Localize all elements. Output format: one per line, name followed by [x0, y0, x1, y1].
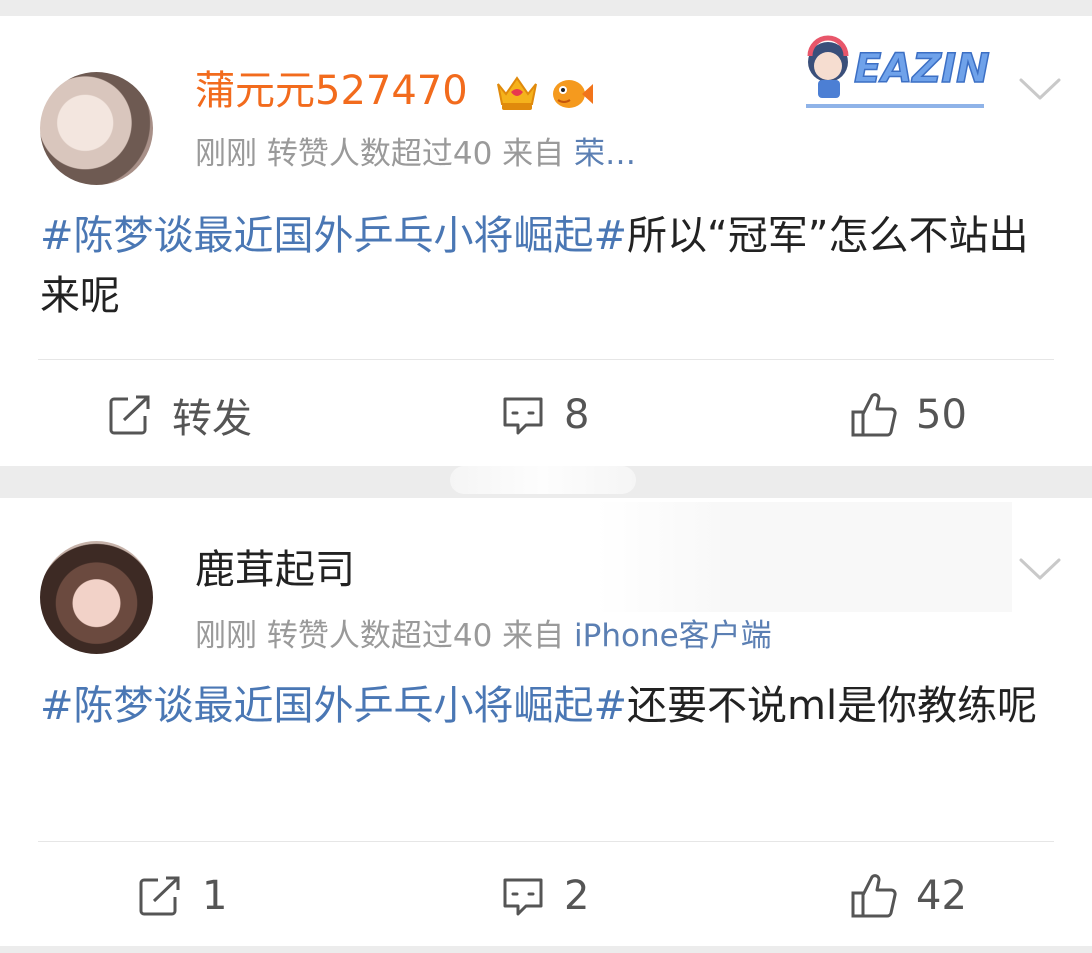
hashtag-link[interactable]: #陈梦谈最近国外乒乓小将崛起#: [40, 683, 627, 729]
comment-count: 8: [564, 392, 590, 438]
post-text: 还要不说ml是你教练呢: [627, 683, 1038, 729]
from-label: 来自: [502, 136, 565, 172]
avatar[interactable]: [40, 72, 153, 185]
username[interactable]: 蒲元元527470: [195, 67, 468, 115]
chevron-down-icon[interactable]: [1018, 554, 1062, 584]
reposts-note: 转赞人数超过40: [266, 136, 493, 172]
decoration-banner: EAZIN: [806, 35, 990, 108]
crown-badge-icon: [497, 76, 537, 110]
like-icon: [851, 874, 897, 918]
decoration-placeholder: [596, 502, 1012, 612]
fish-badge-icon: [553, 80, 593, 108]
post-time: 刚刚: [195, 136, 257, 172]
like-count: 50: [916, 392, 967, 438]
comment-icon: [503, 397, 543, 435]
repost-button[interactable]: 1: [138, 871, 227, 921]
like-count: 42: [916, 873, 967, 919]
repost-icon: [109, 395, 150, 435]
comment-button[interactable]: 8: [500, 390, 589, 440]
post-card: 鹿茸起司 刚刚 转赞人数超过40 来自 iPhone客户端 #陈梦谈最近国外乒乓…: [0, 498, 1092, 946]
comment-count: 2: [564, 873, 590, 919]
post-meta: 刚刚 转赞人数超过40 来自 荣…: [195, 134, 636, 174]
comment-button[interactable]: 2: [500, 871, 589, 921]
divider: [38, 359, 1054, 360]
comment-icon: [503, 878, 543, 916]
reposts-note: 转赞人数超过40: [266, 618, 493, 654]
post-source[interactable]: 荣…: [574, 136, 636, 172]
avatar[interactable]: [40, 541, 153, 654]
chevron-down-icon[interactable]: [1018, 74, 1062, 104]
feed: 蒲元元527470 EAZIN 刚刚 转赞人数超过40 来自 荣… #陈梦谈最近…: [0, 0, 1092, 953]
divider: [38, 841, 1054, 842]
post-meta: 刚刚 转赞人数超过40 来自 iPhone客户端: [195, 616, 772, 656]
post-source[interactable]: iPhone客户端: [574, 618, 772, 654]
post-content: #陈梦谈最近国外乒乓小将崛起#所以“冠军”怎么不站出来呢: [40, 206, 1040, 326]
decoration-banner-text: EAZIN: [854, 46, 990, 92]
post-content: #陈梦谈最近国外乒乓小将崛起#还要不说ml是你教练呢: [40, 676, 1040, 736]
hashtag-link[interactable]: #陈梦谈最近国外乒乓小将崛起#: [40, 213, 627, 259]
repost-icon: [139, 876, 180, 916]
username[interactable]: 鹿茸起司: [195, 546, 355, 594]
repost-label: 转发: [172, 396, 252, 442]
like-icon: [851, 393, 897, 437]
like-button[interactable]: 50: [850, 390, 967, 440]
scroll-indicator: [450, 466, 636, 494]
repost-button[interactable]: 转发: [108, 390, 252, 442]
like-button[interactable]: 42: [850, 871, 967, 921]
post-card: 蒲元元527470 EAZIN 刚刚 转赞人数超过40 来自 荣… #陈梦谈最近…: [0, 16, 1092, 466]
repost-count: 1: [202, 873, 228, 919]
from-label: 来自: [502, 618, 565, 654]
post-time: 刚刚: [195, 618, 257, 654]
